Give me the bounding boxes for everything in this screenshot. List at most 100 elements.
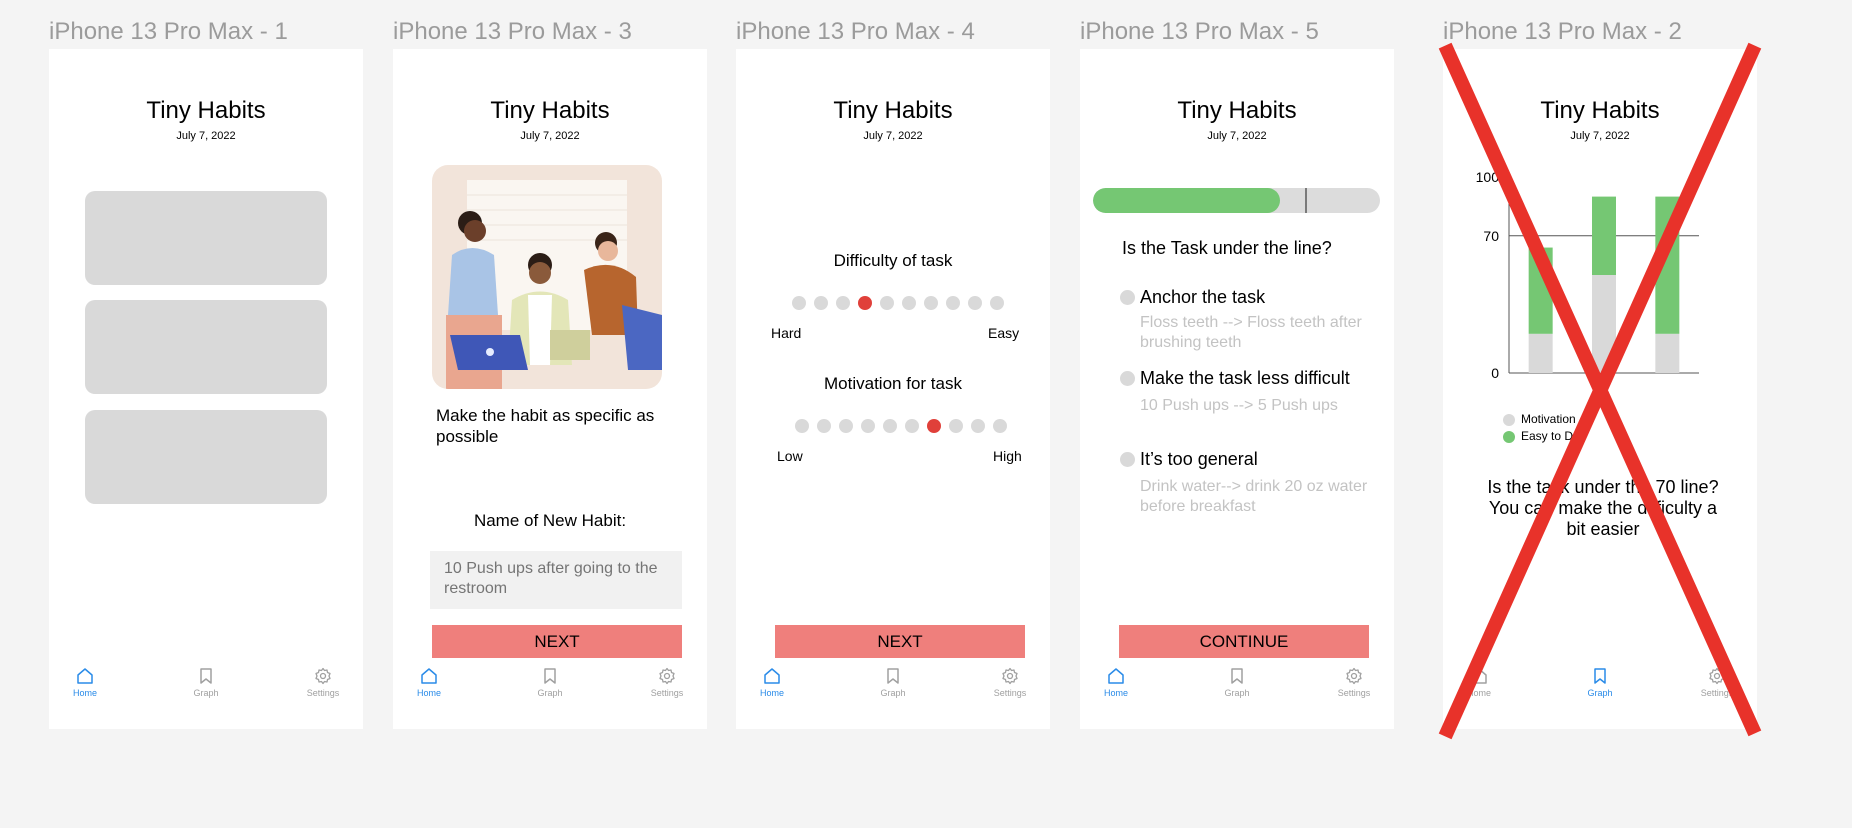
motivation-dot[interactable] [861,419,875,433]
motivation-dot[interactable] [971,419,985,433]
task-question: Is the Task under the line? [1122,238,1332,258]
radio-button[interactable] [1120,371,1135,386]
difficulty-dot[interactable] [924,296,938,310]
motivation-dot[interactable] [817,419,831,433]
tab-home-label: Home [759,688,784,698]
specific-prompt: Make the habit as specific as possible [436,406,655,446]
motivation-scale [795,419,1007,433]
tab-graph[interactable]: Graph [853,667,933,698]
next-button[interactable]: NEXT [432,625,682,658]
difficulty-dot[interactable] [990,296,1004,310]
motivation-dot[interactable] [927,419,941,433]
x-tick-label: T3 [1659,378,1676,379]
tab-settings-label: Settings [1337,688,1371,698]
difficulty-low-label: Hard [771,325,802,341]
habit-name-input[interactable] [430,551,682,609]
tab-bar: Home Graph Settings [736,659,1050,729]
motivation-dot[interactable] [993,419,1007,433]
difficulty-dot[interactable] [792,296,806,310]
bar-T1-motivation [1528,333,1553,373]
tab-home[interactable]: Home [393,667,469,698]
bookmark-icon [1231,668,1243,684]
tab-bar: Home Graph Settings [393,659,707,729]
bar-T3-easy [1655,196,1680,334]
tab-bar: Home Graph Settings [1080,659,1394,729]
motivation-dot[interactable] [839,419,853,433]
gear-icon [1346,667,1362,685]
home-icon [1108,668,1124,684]
home-icon [421,668,437,684]
habit-card-1[interactable] [85,191,327,285]
option-hint: 10 Push ups --> 5 Push ups [1140,397,1338,414]
frame-label-3: iPhone 13 Pro Max - 3 [393,18,632,45]
tab-graph[interactable]: Graph [1197,667,1277,698]
tab-home[interactable]: Home [1443,667,1519,698]
graph-message: Is the task under the 70 line? You can m… [1487,477,1719,539]
option-hint: Drink water--> drink 20 oz water before … [1140,478,1368,515]
option-title: It’s too general [1140,449,1258,469]
tab-home[interactable]: Home [1080,667,1156,698]
tab-home[interactable]: Home [49,667,125,698]
motivation-dot[interactable] [795,419,809,433]
app-title: Tiny Habits [146,97,266,124]
tab-bar: Home Graph Settings [1443,659,1757,729]
motivation-dot[interactable] [905,419,919,433]
tab-settings[interactable]: Settings [970,667,1050,698]
tab-settings[interactable]: Settings [1314,667,1394,698]
motivation-title: Motivation for task [824,374,962,393]
gear-icon [1709,667,1725,685]
difficulty-dot[interactable] [946,296,960,310]
home-icon [764,668,780,684]
tab-settings[interactable]: Settings [1677,667,1757,698]
tab-graph[interactable]: Graph [166,667,246,698]
legend-label: Easy to D [1521,429,1574,443]
bookmark-icon [200,668,212,684]
radio-button[interactable] [1120,290,1135,305]
gear-icon [1002,667,1018,685]
difficulty-dot[interactable] [968,296,982,310]
next-button[interactable]: NEXT [775,625,1025,658]
habit-chart: 0 70 100 T1 T2 T3 [1476,169,1699,379]
bar-T2-easy [1592,196,1616,275]
x-tick-label: T2 [1596,378,1613,379]
continue-button[interactable]: CONTINUE [1119,625,1369,658]
team-illustration [432,165,662,389]
tab-home-label: Home [416,688,441,698]
option-title: Anchor the task [1140,287,1266,307]
frame-label-2: iPhone 13 Pro Max - 2 [1443,18,1682,45]
app-title: Tiny Habits [1177,97,1297,124]
difficulty-dot[interactable] [902,296,916,310]
phone-check-task: Tiny Habits July 7, 2022 Is the Task und… [1080,49,1394,729]
radio-button[interactable] [1120,452,1135,467]
difficulty-dot[interactable] [836,296,850,310]
difficulty-dot[interactable] [858,296,872,310]
tab-graph[interactable]: Graph [1560,667,1640,698]
progress-fill [1093,188,1280,213]
tab-graph-label: Graph [880,688,906,698]
option-title: Make the task less difficult [1140,368,1350,388]
difficulty-title: Difficulty of task [833,251,953,270]
people-illustration [446,180,662,389]
motivation-dot[interactable] [883,419,897,433]
tab-graph-label: Graph [1224,688,1250,698]
app-date: July 7, 2022 [176,130,236,142]
difficulty-dot[interactable] [880,296,894,310]
motivation-low-label: Low [777,448,803,464]
phone-create-habit: Tiny Habits July 7, 2022 Make the habit … [393,49,707,729]
habit-card-3[interactable] [85,410,327,504]
app-date: July 7, 2022 [863,130,923,142]
legend-label: Motivation [1521,412,1576,426]
tab-graph[interactable]: Graph [510,667,590,698]
tab-home[interactable]: Home [736,667,812,698]
y-tick-label: 0 [1491,365,1499,379]
tab-bar: Home Graph Settings [49,659,363,729]
home-icon [77,668,93,684]
bookmark-icon [887,668,899,684]
tab-settings[interactable]: Settings [627,667,707,698]
frame-label-1: iPhone 13 Pro Max - 1 [49,18,288,45]
app-date: July 7, 2022 [520,130,580,142]
habit-card-2[interactable] [85,300,327,394]
motivation-dot[interactable] [949,419,963,433]
difficulty-dot[interactable] [814,296,828,310]
tab-settings[interactable]: Settings [283,667,363,698]
